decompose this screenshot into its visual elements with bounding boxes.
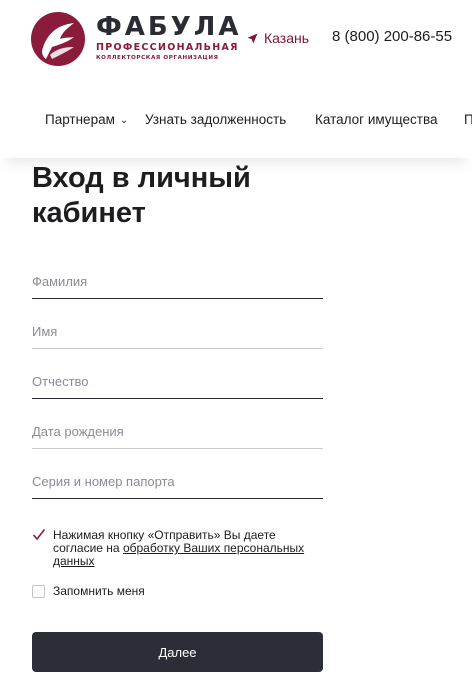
next-button[interactable]: Далее: [32, 632, 323, 672]
remember-label: Запомнить меня: [53, 584, 145, 598]
passport-field[interactable]: [32, 465, 323, 499]
phone-number[interactable]: 8 (800) 200-86-55: [332, 28, 452, 45]
birth-date-input[interactable]: [32, 415, 323, 448]
logo-mark-icon: [31, 12, 85, 66]
surname-input[interactable]: [32, 265, 323, 298]
patronymic-input[interactable]: [32, 365, 323, 398]
nav-item-check-debt[interactable]: Узнать задолженность: [145, 112, 286, 128]
brand-subtitle-2: КОЛЛЕКТОРСКАЯ ОРГАНИЗАЦИЯ: [96, 55, 219, 61]
passport-input[interactable]: [32, 465, 323, 498]
page-title: Вход в личный кабинет: [32, 162, 251, 229]
birth-date-field[interactable]: [32, 415, 323, 449]
brand-subtitle: ПРОФЕССИОНАЛЬНАЯ: [96, 42, 239, 53]
remember-row: Запомнить меня: [32, 585, 145, 598]
name-field[interactable]: [32, 315, 323, 349]
site-header: ФАБУЛА ПРОФЕССИОНАЛЬНАЯ КОЛЛЕКТОРСКАЯ ОР…: [0, 0, 472, 80]
nav-item-property-catalog[interactable]: Каталог имущества: [315, 112, 437, 128]
checkmark-icon: [32, 529, 46, 541]
main-nav: Партнерам ⌄ Узнать задолженность Каталог …: [0, 82, 472, 158]
city-name: Казань: [264, 30, 310, 46]
nav-item-label: Партнерам: [45, 112, 115, 127]
brand-name: ФАБУЛА: [96, 12, 242, 42]
chevron-down-icon: ⌄: [119, 115, 129, 126]
consent-checkbox[interactable]: [32, 529, 46, 542]
patronymic-field[interactable]: [32, 365, 323, 399]
city-selector[interactable]: Казань: [247, 29, 309, 47]
consent-row: Нажимая кнопку «Отправить» Вы даете согл…: [32, 529, 321, 568]
consent-text: Нажимая кнопку «Отправить» Вы даете согл…: [53, 529, 321, 568]
surname-field[interactable]: [32, 265, 323, 299]
name-input[interactable]: [32, 315, 323, 348]
nav-item-truncated[interactable]: П: [464, 112, 472, 128]
brand-logo[interactable]: ФАБУЛА ПРОФЕССИОНАЛЬНАЯ КОЛЛЕКТОРСКАЯ ОР…: [30, 11, 239, 67]
location-arrow-icon: [247, 33, 258, 43]
nav-item-partners[interactable]: Партнерам ⌄: [45, 112, 128, 129]
remember-checkbox[interactable]: [32, 585, 45, 598]
